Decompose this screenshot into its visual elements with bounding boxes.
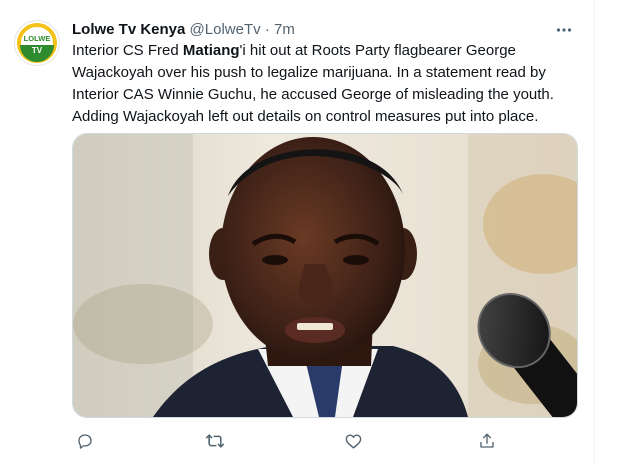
lolwe-tv-logo: LOLWE TV	[17, 23, 57, 63]
column-divider	[594, 0, 595, 466]
tweet-text: Interior CS Fred Matiang'i hit out at Ro…	[72, 40, 578, 128]
retweet-icon	[205, 434, 225, 448]
tweet[interactable]: LOLWE TV Lolwe Tv Kenya @LolweTv · 7m In…	[0, 0, 594, 466]
logo-text-line2: TV	[32, 46, 43, 55]
photo-illustration	[73, 134, 577, 417]
separator-dot: ·	[264, 21, 270, 38]
heart-icon	[345, 433, 361, 449]
share-button[interactable]	[474, 428, 500, 454]
user-handle[interactable]: @LolweTv	[190, 21, 261, 38]
tweet-photo[interactable]	[72, 133, 578, 418]
display-name[interactable]: Lolwe Tv Kenya	[72, 21, 185, 38]
avatar[interactable]: LOLWE TV	[14, 20, 60, 66]
tweet-actions	[72, 428, 502, 454]
share-icon	[480, 433, 494, 448]
tweet-text-start: Interior CS Fred	[72, 42, 183, 59]
timestamp[interactable]: 7m	[274, 21, 295, 38]
reply-icon	[78, 434, 92, 449]
logo-text-line1: LOLWE	[24, 34, 51, 43]
more-options-icon	[556, 28, 572, 32]
like-button[interactable]	[340, 428, 366, 454]
tweet-header: Lolwe Tv Kenya @LolweTv · 7m	[72, 20, 578, 42]
tweet-text-highlight: Matiang	[182, 42, 240, 59]
reply-button[interactable]	[72, 428, 98, 454]
retweet-button[interactable]	[202, 428, 228, 454]
